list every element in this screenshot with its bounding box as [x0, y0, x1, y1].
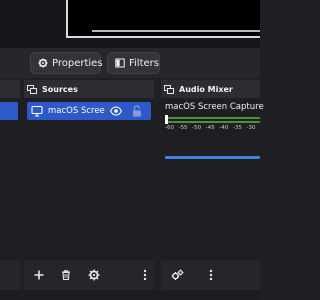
- sources-more-button[interactable]: [137, 267, 153, 283]
- meter-tick: -45: [205, 125, 215, 131]
- scene-item-selected[interactable]: [0, 102, 18, 120]
- advanced-audio-button[interactable]: [169, 267, 185, 283]
- filters-label: Filters: [129, 57, 159, 69]
- lock-icon[interactable]: [132, 105, 142, 117]
- obs-window: Properties Filters Sources macOS Scree A…: [0, 0, 264, 300]
- eye-icon[interactable]: [110, 106, 122, 116]
- dock-undock-icon[interactable]: [164, 84, 174, 94]
- mixer-channels: macOS Screen Capture -60 -55 -50 -45 -40…: [161, 98, 264, 260]
- preview-area: [0, 0, 260, 48]
- mixer-more-button[interactable]: [203, 267, 219, 283]
- trash-icon: [60, 266, 72, 285]
- meter-tick-labels: -60 -55 -50 -45 -40 -35 -30: [165, 125, 260, 135]
- audio-mixer-header: Audio Mixer: [161, 80, 260, 98]
- source-item[interactable]: macOS Scree: [27, 102, 151, 120]
- volume-meter-left: [165, 117, 260, 119]
- gear-icon: [38, 58, 48, 68]
- audio-mixer-title: Audio Mixer: [179, 84, 233, 94]
- meter-tick: -35: [232, 125, 242, 131]
- gears-icon: [171, 266, 184, 285]
- meter-tick: -55: [178, 125, 188, 131]
- add-source-button[interactable]: [31, 267, 47, 283]
- sources-dock-header: Sources: [24, 80, 154, 98]
- properties-button[interactable]: Properties: [30, 52, 103, 74]
- sources-dock-title: Sources: [42, 84, 78, 94]
- preview-canvas[interactable]: [66, 0, 260, 38]
- audio-mixer-dock: Audio Mixer macOS Screen Capture -60 -55…: [161, 80, 264, 290]
- scenes-dock-header: [0, 80, 20, 98]
- sources-list: macOS Scree: [24, 98, 154, 260]
- meter-peak-indicator: [165, 115, 168, 124]
- sources-dock-footer: [24, 260, 154, 290]
- volume-meter-right: [165, 121, 260, 123]
- kebab-menu-icon: [209, 266, 213, 285]
- source-properties-button[interactable]: [86, 267, 102, 283]
- meter-tick: -50: [192, 125, 202, 131]
- scenes-dock: [0, 80, 20, 290]
- audio-mixer-footer: [161, 260, 260, 290]
- gear-icon: [88, 266, 100, 285]
- scenes-list: [0, 98, 20, 260]
- remove-source-button[interactable]: [58, 267, 74, 283]
- plus-icon: [33, 266, 45, 285]
- status-strip: [0, 290, 260, 300]
- scenes-dock-footer: [0, 260, 20, 290]
- dock-undock-icon[interactable]: [27, 84, 37, 94]
- meter-tick: -60: [165, 125, 174, 131]
- meter-tick: -30: [246, 125, 256, 131]
- mixer-channel-name: macOS Screen Capture: [165, 102, 264, 112]
- meter-tick: -40: [219, 125, 229, 131]
- monitor-icon: [31, 105, 43, 117]
- filters-button[interactable]: Filters: [107, 52, 160, 74]
- kebab-menu-icon: [143, 266, 147, 285]
- source-toolbar: Properties Filters: [0, 48, 260, 78]
- source-item-name: macOS Scree: [48, 106, 105, 116]
- filter-icon: [115, 58, 125, 68]
- volume-slider[interactable]: [165, 156, 260, 159]
- preview-guide-line: [92, 30, 260, 32]
- properties-label: Properties: [52, 57, 103, 69]
- sources-dock: Sources macOS Scree: [24, 80, 154, 290]
